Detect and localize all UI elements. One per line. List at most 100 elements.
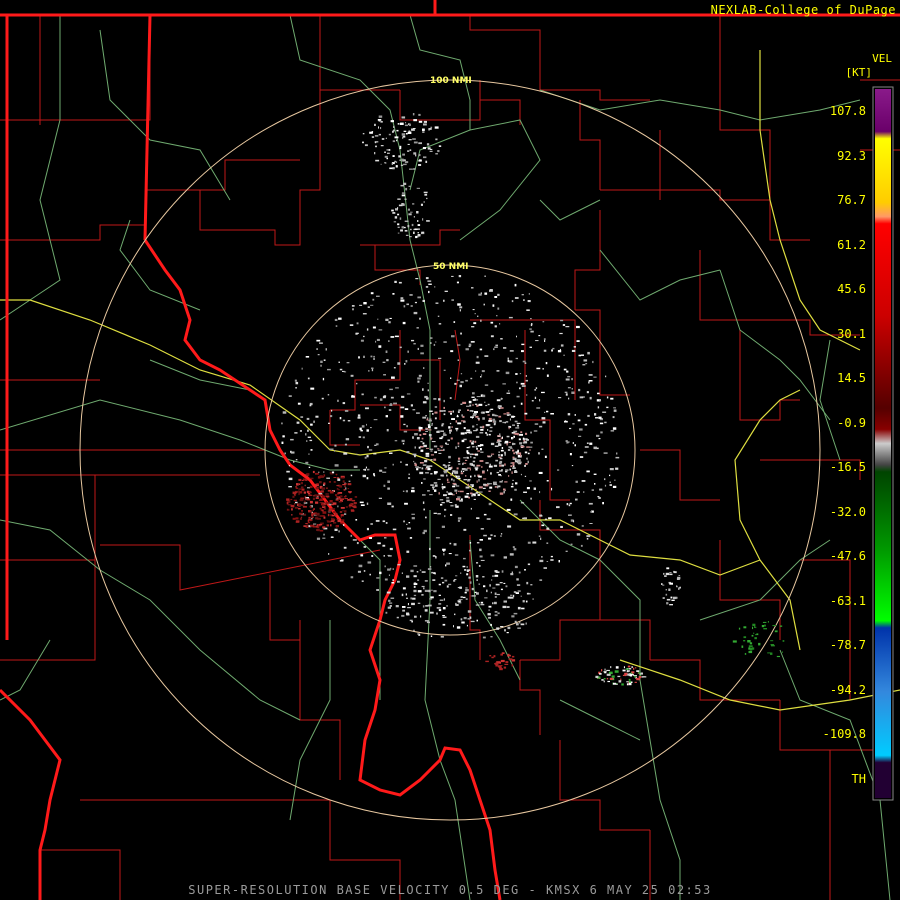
echo-pixel <box>598 497 601 499</box>
echo-pixel <box>512 424 515 426</box>
echo-pixel <box>606 677 609 680</box>
echo-pixel <box>418 159 422 162</box>
echo-pixel <box>369 537 372 539</box>
echo-pixel <box>341 476 345 479</box>
echo-pixel <box>530 584 533 586</box>
echo-pixel <box>401 133 406 136</box>
echo-pixel <box>408 139 412 141</box>
echo-pixel <box>525 622 527 625</box>
echo-pixel <box>617 675 621 678</box>
echo-pixel <box>338 492 343 494</box>
echo-pixel <box>457 476 459 479</box>
echo-pixel <box>480 448 482 451</box>
echo-pixel <box>430 454 434 456</box>
echo-pixel <box>366 423 367 426</box>
echo-pixel <box>565 440 568 443</box>
echo-pixel <box>459 306 463 309</box>
echo-pixel <box>582 364 586 366</box>
echo-pixel <box>318 523 323 526</box>
echo-pixel <box>496 471 500 474</box>
echo-pixel <box>598 438 601 440</box>
echo-pixel <box>493 464 498 467</box>
echo-pixel <box>593 376 597 378</box>
echo-pixel <box>367 561 372 564</box>
echo-pixel <box>487 403 490 406</box>
echo-pixel <box>448 461 451 463</box>
echo-pixel <box>437 513 441 515</box>
echo-pixel <box>451 478 453 481</box>
echo-pixel <box>566 503 569 506</box>
echo-pixel <box>310 510 312 512</box>
echo-pixel <box>451 472 454 475</box>
echo-pixel <box>433 590 437 593</box>
echo-pixel <box>361 580 364 582</box>
echo-pixel <box>478 565 481 567</box>
echo-pixel <box>410 569 414 573</box>
echo-pixel <box>305 523 308 525</box>
echo-pixel <box>301 367 303 370</box>
echo-pixel <box>443 553 445 556</box>
echo-pixel <box>490 408 494 410</box>
echo-pixel <box>467 479 471 481</box>
echo-pixel <box>567 413 571 416</box>
echo-pixel <box>529 446 533 448</box>
echo-pixel <box>480 319 482 322</box>
echo-pixel <box>476 517 480 519</box>
echo-pixel <box>368 449 373 451</box>
echo-pixel <box>495 415 499 417</box>
echo-pixel <box>586 391 589 394</box>
echo-pixel <box>427 382 429 384</box>
echo-pixel <box>669 573 673 576</box>
echo-pixel <box>370 427 372 429</box>
echo-pixel <box>425 472 429 474</box>
echo-pixel <box>522 442 526 444</box>
echo-pixel <box>430 436 432 438</box>
echo-pixel <box>512 463 515 466</box>
echo-pixel <box>438 594 441 596</box>
echo-pixel <box>363 570 366 572</box>
echo-pixel <box>563 368 567 371</box>
echo-pixel <box>319 507 322 510</box>
echo-pixel <box>529 449 531 451</box>
echo-pixel <box>478 475 482 478</box>
echo-pixel <box>420 445 424 448</box>
echo-pixel <box>494 325 497 328</box>
legend-tick-label: -109.8 <box>822 727 866 741</box>
echo-pixel <box>500 533 503 535</box>
echo-pixel <box>504 451 506 454</box>
echo-pixel <box>429 448 434 450</box>
echo-pixel <box>499 464 502 467</box>
echo-pixel <box>326 520 329 522</box>
echo-pixel <box>670 596 673 599</box>
echo-pixel <box>579 428 583 431</box>
echo-pixel <box>328 553 330 555</box>
echo-pixel <box>384 151 386 153</box>
echo-pixel <box>337 478 341 481</box>
echo-pixel <box>462 401 467 404</box>
echo-pixel <box>374 396 377 399</box>
echo-pixel <box>420 203 423 206</box>
echo-pixel <box>517 459 521 462</box>
echo-pixel <box>493 348 495 351</box>
echo-pixel <box>398 281 402 284</box>
echo-pixel <box>411 129 415 131</box>
echo-pixel <box>310 387 315 390</box>
echo-pixel <box>348 491 352 493</box>
echo-pixel <box>474 411 478 414</box>
echo-pixel <box>422 218 424 221</box>
echo-pixel <box>526 581 529 585</box>
echo-pixel <box>438 452 442 454</box>
echo-pixel <box>421 231 424 233</box>
echo-pixel <box>472 440 474 442</box>
echo-pixel <box>309 477 314 480</box>
echo-pixel <box>569 427 572 430</box>
echo-pixel <box>434 484 438 487</box>
echo-pixel <box>469 440 472 443</box>
echo-pixel <box>475 468 478 471</box>
echo-pixel <box>380 121 383 123</box>
echo-pixel <box>521 294 524 296</box>
echo-pixel <box>524 362 527 364</box>
echo-pixel <box>583 451 588 454</box>
echo-pixel <box>392 140 396 143</box>
echo-pixel <box>510 594 513 596</box>
